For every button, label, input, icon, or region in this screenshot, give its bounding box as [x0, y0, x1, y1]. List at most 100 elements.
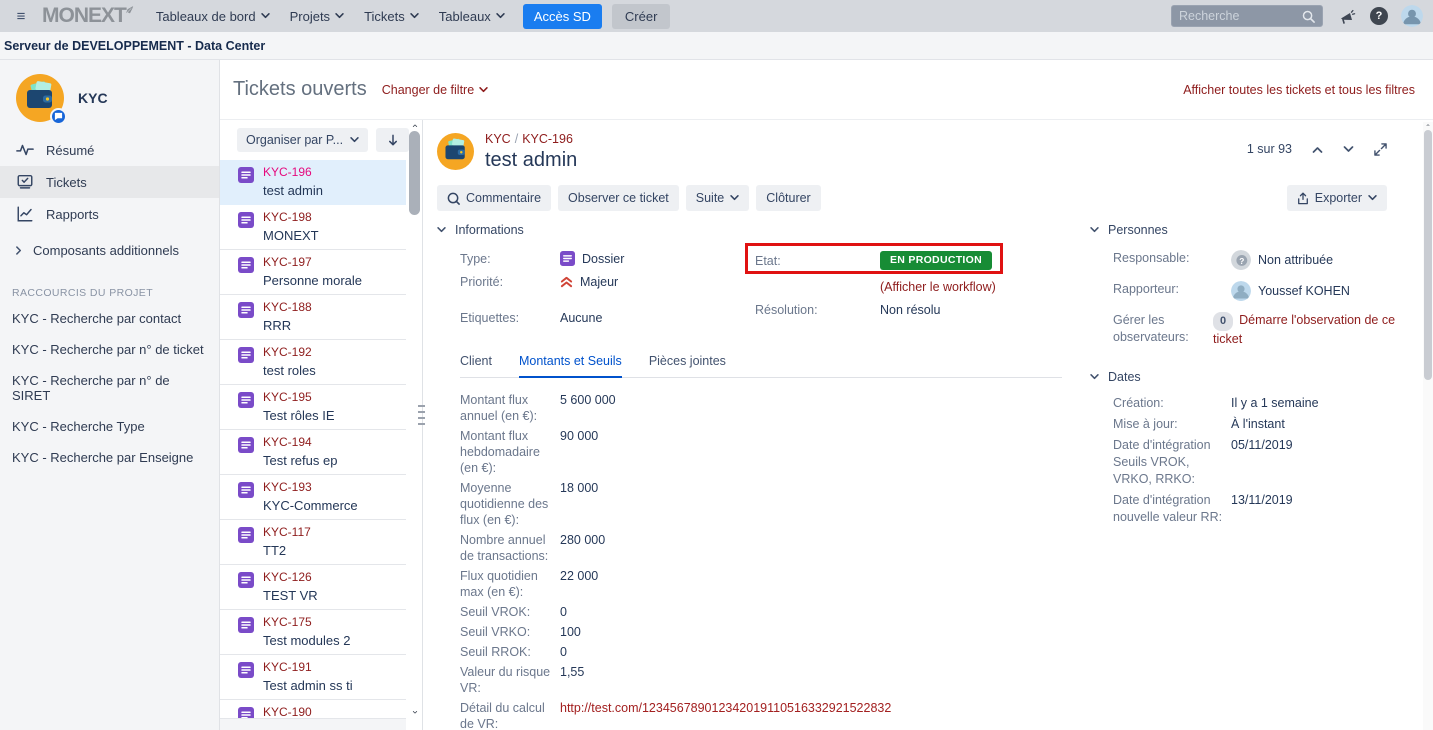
shortcut-link[interactable]: KYC - Recherche par Enseigne [0, 442, 219, 473]
reporter-avatar-icon [1231, 281, 1251, 301]
labels-row: Etiquettes: Aucune [460, 311, 755, 325]
previous-ticket-icon[interactable] [1312, 146, 1323, 153]
access-sd-button[interactable]: Accès SD [523, 4, 602, 29]
ticket-list-item[interactable]: KYC-188 RRR [220, 295, 406, 340]
create-button[interactable]: Créer [612, 4, 671, 29]
scroll-up-icon[interactable] [1424, 122, 1432, 128]
status-badge: EN PRODUCTION [880, 251, 992, 270]
start-watching-link[interactable]: Démarre l'observation de ce ticket [1213, 313, 1395, 346]
user-avatar[interactable] [1401, 5, 1423, 27]
created-row: Création: Il y a 1 semaine [1113, 395, 1425, 412]
content-body: Organiser par P... KYC-196 [220, 120, 1433, 730]
ticket-detail-panel: KYC/KYC-196 test admin 1 sur 93 Comm [423, 120, 1433, 730]
detail-tab[interactable]: Montants et Seuils [519, 354, 622, 378]
type-row: Type: Dossier [460, 251, 755, 266]
scrollbar-thumb[interactable] [1424, 130, 1432, 380]
ticket-list-item[interactable]: KYC-195 Test rôles IE [220, 385, 406, 430]
detail-tab[interactable]: Client [460, 354, 492, 377]
issue-type-dossier-icon [238, 167, 254, 183]
ticket-list-item[interactable]: KYC-191 Test admin ss ti [220, 655, 406, 700]
ticket-list-item[interactable]: KYC-192 test roles [220, 340, 406, 385]
people-section-header[interactable]: Personnes [1090, 223, 1425, 237]
navbar-menu-item[interactable]: Tableaux de bord [146, 0, 280, 32]
shortcut-link[interactable]: KYC - Recherche par contact [0, 303, 219, 334]
next-ticket-icon[interactable] [1343, 146, 1354, 153]
show-workflow-link[interactable]: (Afficher le workflow) [880, 280, 996, 294]
ticket-list-item[interactable]: KYC-198 MONEXT [220, 205, 406, 250]
megaphone-icon[interactable] [1339, 9, 1356, 24]
shortcut-link[interactable]: KYC - Recherche par n° de SIRET [0, 365, 219, 411]
panel-resize-handle[interactable] [418, 405, 425, 429]
scrollbar-thumb[interactable] [409, 131, 420, 215]
field-label: Flux quotidien max (en €): [460, 568, 560, 600]
show-all-filters-link[interactable]: Afficher toutes les tickets et tous les … [1183, 83, 1415, 97]
ticket-list-item[interactable]: KYC-175 Test modules 2 [220, 610, 406, 655]
shortcut-link[interactable]: KYC - Recherche Type [0, 411, 219, 442]
ticket-summary: KYC-Commerce [263, 498, 358, 514]
help-icon[interactable]: ? [1370, 7, 1388, 25]
integration-rr-value: 13/11/2019 [1231, 492, 1293, 526]
chevron-down-icon [1368, 195, 1377, 201]
more-actions-button[interactable]: Suite [686, 185, 750, 211]
informations-section-header[interactable]: Informations [437, 223, 1062, 237]
monext-logo: MONEXT [42, 5, 134, 27]
ticket-pager: 1 sur 93 [1247, 142, 1387, 156]
ticket-list-item[interactable]: KYC-117 TT2 [220, 520, 406, 565]
breadcrumb-ticket-link[interactable]: KYC-196 [522, 132, 573, 146]
reporter-label: Rapporteur: [1113, 281, 1231, 301]
field-value: 1,55 [560, 664, 584, 696]
project-name: KYC [78, 90, 108, 106]
watchers-value: 0Démarre l'observation de ce ticket [1213, 312, 1425, 348]
navbar-menu-item[interactable]: Projets [280, 0, 354, 32]
ticket-list-item[interactable]: KYC-193 KYC-Commerce [220, 475, 406, 520]
ticket-list-item[interactable]: KYC-126 TEST VR [220, 565, 406, 610]
breadcrumb-project-link[interactable]: KYC [485, 132, 511, 146]
detail-tab[interactable]: Pièces jointes [649, 354, 726, 377]
ticket-summary: Personne morale [263, 273, 362, 289]
chevron-down-icon [1090, 227, 1099, 233]
dates-section-header[interactable]: Dates [1090, 370, 1425, 384]
change-filter-link[interactable]: Changer de filtre [382, 83, 488, 97]
scroll-down-icon[interactable] [410, 709, 420, 716]
navbar-menu-item[interactable]: Tableaux [429, 0, 515, 32]
hamburger-menu-icon[interactable]: ≡ [8, 8, 34, 25]
field-row: Montant flux annuel (en €): 5 600 000 [460, 392, 1062, 424]
sidebar-nav-item[interactable]: Rapports [0, 198, 219, 230]
ticket-key: KYC-192 [263, 345, 316, 360]
export-button[interactable]: Exporter [1287, 185, 1387, 211]
field-label: Montant flux annuel (en €): [460, 392, 560, 424]
navbar-menu-item[interactable]: Tickets [354, 0, 429, 32]
close-ticket-button[interactable]: Clôturer [756, 185, 820, 211]
chevron-down-icon [410, 13, 419, 19]
chevron-down-icon [335, 13, 344, 19]
project-header[interactable]: KYC [0, 74, 219, 122]
informations-right: Etat: EN PRODUCTION (Afficher le workflo… [755, 251, 1062, 334]
field-value: 100 [560, 624, 581, 640]
issue-type-dossier-icon [238, 482, 254, 498]
issue-type-dossier-icon [238, 617, 254, 633]
field-label: Moyenne quotidienne des flux (en €): [460, 480, 560, 528]
priority-major-icon [560, 275, 573, 289]
ticket-list-item[interactable]: KYC-190 TEST [220, 700, 406, 718]
sidebar-nav-item[interactable]: Résumé [0, 134, 219, 166]
search-input[interactable] [1179, 9, 1302, 23]
ticket-list-item[interactable]: KYC-196 test admin [220, 160, 406, 205]
watch-ticket-button[interactable]: Observer ce ticket [558, 185, 679, 211]
search-icon[interactable] [1302, 10, 1315, 23]
expand-icon[interactable] [1374, 143, 1387, 156]
ticket-key: KYC-191 [263, 660, 353, 675]
content-area: Tickets ouverts Changer de filtre Affich… [220, 60, 1433, 730]
updated-value: À l'instant [1231, 416, 1285, 433]
shortcut-link[interactable]: KYC - Recherche par n° de ticket [0, 334, 219, 365]
chevron-down-icon [1090, 374, 1099, 380]
search-box[interactable] [1171, 5, 1323, 27]
ticket-summary: Test refus ep [263, 453, 337, 469]
sidebar-nav-item[interactable]: Tickets [0, 166, 219, 198]
scroll-up-icon[interactable] [410, 122, 420, 129]
sidebar-addons[interactable]: Composants additionnels [0, 230, 219, 271]
sort-direction-button[interactable] [376, 128, 409, 152]
ticket-list-item[interactable]: KYC-197 Personne morale [220, 250, 406, 295]
comment-button[interactable]: Commentaire [437, 185, 551, 211]
sort-by-dropdown[interactable]: Organiser par P... [237, 128, 368, 152]
ticket-list-item[interactable]: KYC-194 Test refus ep [220, 430, 406, 475]
